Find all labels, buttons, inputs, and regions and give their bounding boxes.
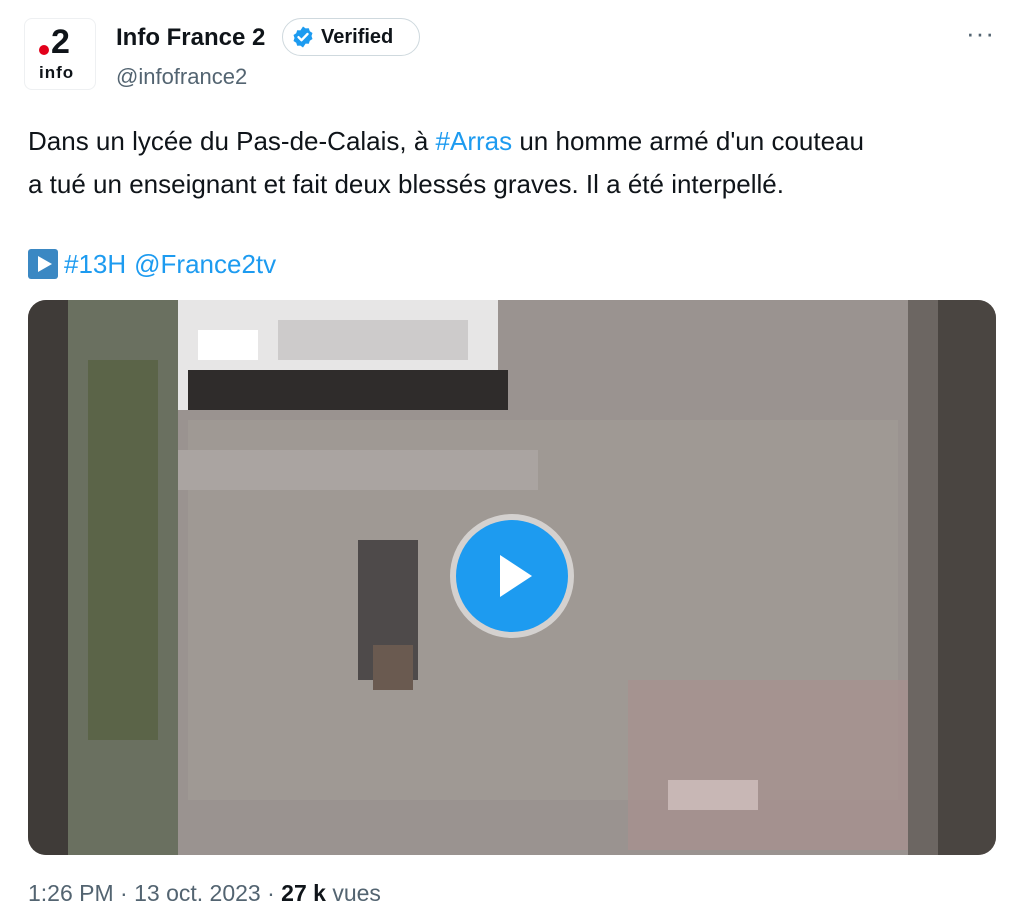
mention-france2tv-link[interactable]: @France2tv bbox=[134, 244, 276, 284]
tweet-tags: #13H @France2tv bbox=[28, 244, 276, 284]
tweet-text-part: un homme armé d'un couteau bbox=[512, 126, 864, 156]
video-player[interactable] bbox=[28, 300, 996, 855]
tweet-date[interactable]: 13 oct. 2023 bbox=[134, 880, 261, 906]
play-icon[interactable] bbox=[456, 520, 568, 632]
author-name[interactable]: Info France 2 bbox=[116, 24, 265, 52]
tweet-line-2: a tué un enseignant et fait deux blessés… bbox=[28, 169, 784, 199]
tweet-line-1: Dans un lycée du Pas-de-Calais, à #Arras… bbox=[28, 120, 998, 163]
tweet-meta: 1:26 PM · 13 oct. 2023 · 27 k vues bbox=[28, 880, 381, 907]
verified-icon bbox=[293, 26, 313, 48]
avatar[interactable]: 2 info bbox=[24, 18, 96, 90]
more-options-icon[interactable]: ··· bbox=[966, 18, 995, 49]
views-label: vues bbox=[332, 880, 381, 906]
meta-separator: · bbox=[113, 880, 135, 906]
brand-dot bbox=[39, 45, 49, 55]
meta-separator: · bbox=[260, 880, 282, 906]
hashtag-13h-link[interactable]: #13H bbox=[64, 244, 126, 284]
hashtag-arras-link[interactable]: #Arras bbox=[436, 126, 513, 156]
tweet-text: Dans un lycée du Pas-de-Calais, à #Arras… bbox=[28, 120, 998, 206]
avatar-sub: info bbox=[39, 63, 75, 82]
tweet-time[interactable]: 1:26 PM bbox=[28, 880, 114, 906]
verified-label: Verified bbox=[321, 25, 394, 48]
views-count: 27 k bbox=[281, 880, 326, 906]
avatar-number: 2 bbox=[51, 23, 70, 61]
tweet-text-part: Dans un lycée du Pas-de-Calais, à bbox=[28, 126, 436, 156]
verified-badge[interactable]: Verified bbox=[282, 18, 420, 56]
author-handle[interactable]: @infofrance2 bbox=[116, 64, 247, 90]
play-button-emoji-icon bbox=[28, 249, 58, 279]
